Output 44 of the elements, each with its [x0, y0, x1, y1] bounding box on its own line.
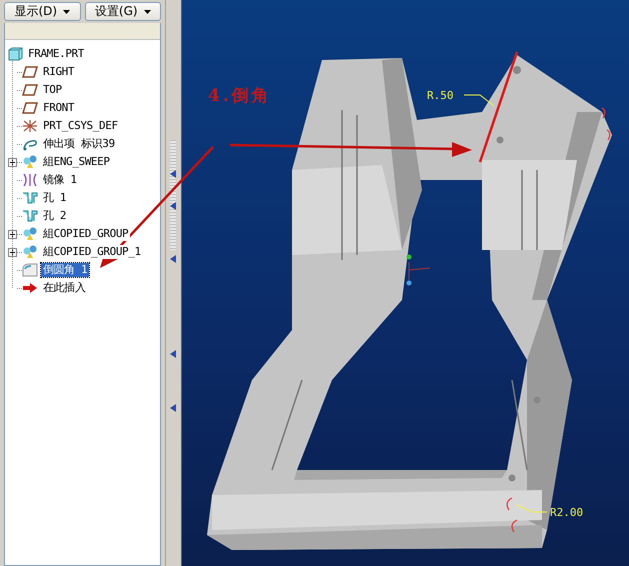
tree-item[interactable]: 镜像 1: [41, 173, 79, 187]
dimension-label: R.50: [427, 89, 454, 102]
insert-arrow-icon: [22, 282, 38, 294]
leader-line: [516, 504, 548, 512]
collapse-arrow-icon[interactable]: [170, 350, 176, 358]
splitter-grip[interactable]: [170, 140, 176, 250]
tree-item[interactable]: 孔 1: [41, 191, 68, 205]
dimension-label: R2.00: [550, 506, 584, 519]
frame-model-drawing[interactable]: [207, 55, 612, 550]
collapse-arrow-icon[interactable]: [170, 404, 176, 412]
tree-item[interactable]: 倒圆角 1: [41, 263, 90, 277]
collapse-arrow-icon[interactable]: [170, 255, 176, 263]
tree-item[interactable]: 組COPIED_GROUP: [41, 227, 130, 241]
group-icon: [22, 155, 38, 169]
expand-icon[interactable]: [8, 158, 17, 166]
hole-icon: [22, 192, 38, 204]
cube-icon: [7, 47, 23, 61]
curve-icon: [22, 137, 38, 151]
tree-item[interactable]: 伸出项 标识39: [41, 137, 117, 151]
group-icon: [22, 245, 38, 259]
tree-item[interactable]: 組ENG_SWEEP: [41, 155, 112, 169]
expand-icon[interactable]: [8, 230, 17, 238]
axes-icon: [406, 254, 430, 286]
display-menu-button[interactable]: 显示(D): [4, 2, 80, 21]
tree-item[interactable]: 在此插入: [41, 281, 88, 295]
dropdown-caret-icon: [63, 10, 70, 14]
tree-item[interactable]: 組COPIED_GROUP_1: [41, 245, 143, 259]
expand-icon[interactable]: [8, 248, 17, 256]
leader-line: [464, 94, 494, 106]
callout-label: 4.倒角: [208, 85, 272, 107]
collapse-arrow-icon[interactable]: [170, 170, 176, 178]
settings-menu-button[interactable]: 设置(G): [84, 2, 161, 21]
hole-icon: [22, 210, 38, 222]
dropdown-caret-icon: [144, 10, 151, 14]
tree-item[interactable]: PRT_CSYS_DEF: [41, 119, 120, 133]
tree-item[interactable]: 孔 2: [41, 209, 68, 223]
mirror-icon: [22, 173, 38, 187]
collapse-arrow-icon[interactable]: [170, 202, 176, 210]
group-icon: [22, 227, 38, 241]
parallelogram-icon: [22, 84, 38, 96]
coordinate-system-icon: [22, 119, 38, 133]
parallelogram-icon: [22, 102, 38, 114]
parallelogram-icon: [22, 66, 38, 78]
rounded-corner-icon: [22, 263, 38, 277]
